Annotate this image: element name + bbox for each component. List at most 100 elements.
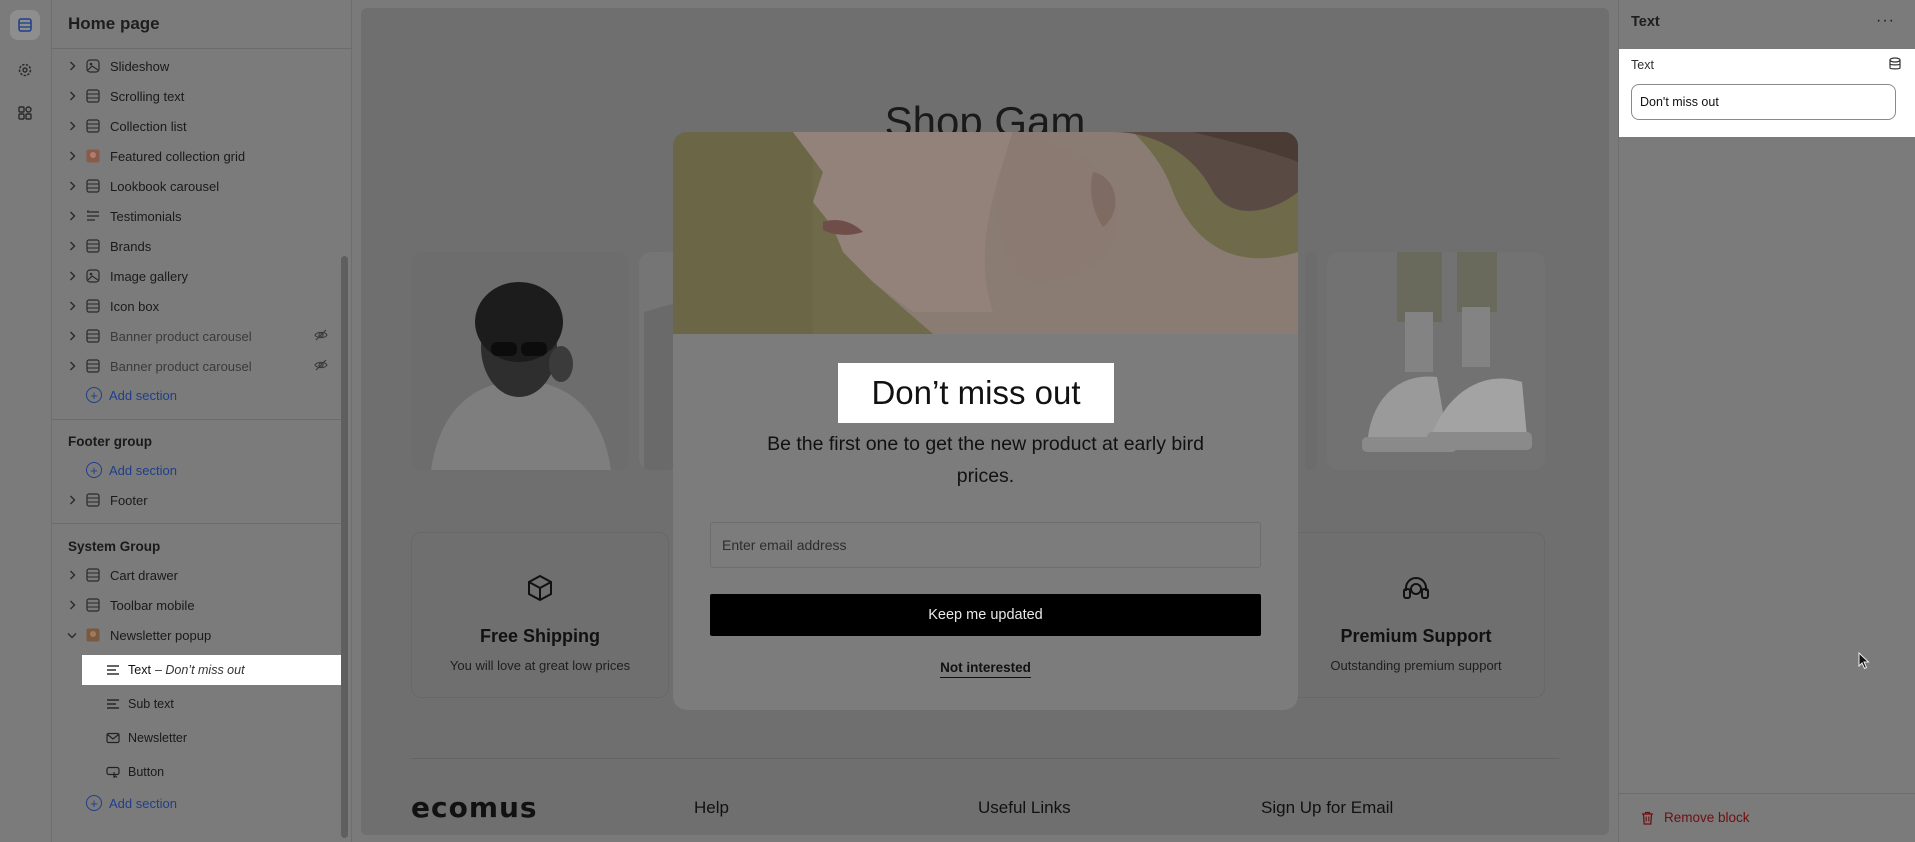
block-label: Sub text — [128, 697, 174, 711]
section-row[interactable]: Featured collection grid — [52, 141, 342, 171]
mail-icon — [104, 732, 122, 744]
footer-divider — [411, 758, 1559, 759]
text-setting-card: Text Don't miss out — [1619, 49, 1915, 137]
testimonials-icon — [84, 207, 102, 225]
section-row[interactable]: Lookbook carousel — [52, 171, 342, 201]
block-label: Newsletter — [128, 731, 188, 745]
add-section-label: Add section — [109, 795, 177, 811]
section-label: Lookbook carousel — [110, 178, 220, 194]
chevron-right-icon[interactable] — [66, 271, 78, 281]
chevron-right-icon[interactable] — [66, 495, 78, 505]
section-row[interactable]: Toolbar mobile — [52, 590, 342, 620]
sections-icon[interactable] — [10, 10, 40, 40]
chevron-down-icon[interactable] — [66, 632, 78, 639]
section-row[interactable]: Banner product carousel — [52, 321, 342, 351]
sidebar-scrollbar[interactable] — [341, 256, 348, 838]
section-row[interactable]: Collection list — [52, 111, 342, 141]
section-label: Banner product carousel — [110, 328, 252, 344]
divider — [1619, 793, 1915, 794]
chevron-right-icon[interactable] — [66, 600, 78, 610]
chevron-right-icon[interactable] — [66, 61, 78, 71]
email-input[interactable]: Enter email address — [710, 522, 1261, 568]
block-row-text[interactable]: Text – Don’t miss out — [82, 655, 344, 685]
section-label: Newsletter popup — [110, 627, 212, 643]
text-input[interactable]: Don't miss out — [1631, 84, 1896, 120]
product-image — [411, 252, 629, 470]
text-lines-icon — [104, 698, 122, 710]
block-row-newsletter[interactable]: Newsletter — [82, 723, 344, 753]
feature-card: Premium Support Outstanding premium supp… — [1287, 532, 1545, 698]
section-label: Banner product carousel — [110, 358, 252, 374]
chevron-right-icon[interactable] — [66, 181, 78, 191]
popup-heading-highlight[interactable]: Don’t miss out — [838, 363, 1114, 423]
keep-me-updated-button[interactable]: Keep me updated — [710, 594, 1261, 636]
section-row[interactable]: Image gallery — [52, 261, 342, 291]
block-label-suffix: – Don’t miss out — [154, 663, 245, 677]
newsletter-popup: Don’t miss out Be the first one to get t… — [673, 132, 1298, 710]
more-options-icon[interactable]: ··· — [1876, 12, 1895, 30]
section-icon — [84, 566, 102, 584]
chevron-right-icon[interactable] — [66, 91, 78, 101]
section-label: Slideshow — [110, 58, 170, 74]
footer-heading: Help — [694, 798, 729, 817]
section-label: Footer — [110, 492, 148, 508]
block-row-sub-text[interactable]: Sub text — [82, 689, 344, 719]
section-row[interactable]: Icon box — [52, 291, 342, 321]
image-thumb-icon — [84, 147, 102, 165]
settings-gear-icon[interactable] — [10, 55, 40, 85]
section-row[interactable]: Scrolling text — [52, 81, 342, 111]
popup-heading: Don’t miss out — [871, 374, 1081, 411]
section-label: Testimonials — [110, 208, 182, 224]
chevron-right-icon[interactable] — [66, 211, 78, 221]
section-icon — [84, 117, 102, 135]
chevron-right-icon[interactable] — [66, 151, 78, 161]
add-section-button[interactable]: + Add section — [86, 383, 177, 407]
section-icon — [84, 237, 102, 255]
remove-block-label: Remove block — [1664, 810, 1750, 825]
section-icon — [84, 357, 102, 375]
chevron-right-icon[interactable] — [66, 570, 78, 580]
popup-hero-image — [673, 132, 1298, 334]
section-label: Featured collection grid — [110, 148, 246, 164]
remove-block-button[interactable]: Remove block — [1641, 810, 1750, 825]
block-label: Button — [128, 765, 165, 779]
section-icon — [84, 491, 102, 509]
trash-icon — [1641, 811, 1654, 825]
button-icon — [104, 766, 122, 778]
chevron-right-icon[interactable] — [66, 331, 78, 341]
not-interested-link[interactable]: Not interested — [940, 660, 1031, 678]
section-row[interactable]: Testimonials — [52, 201, 342, 231]
section-label: Image gallery — [110, 268, 189, 284]
system-add-section-button[interactable]: + Add section — [86, 791, 177, 815]
eye-off-icon[interactable] — [314, 329, 328, 344]
feature-title: Premium Support — [1340, 626, 1492, 646]
plus-circle-icon: + — [86, 462, 102, 478]
product-image — [1305, 252, 1317, 470]
section-row[interactable]: Cart drawer — [52, 560, 342, 590]
chevron-right-icon[interactable] — [66, 301, 78, 311]
section-row-footer[interactable]: Footer — [52, 485, 342, 515]
feature-card: Free Shipping You will love at great low… — [411, 532, 669, 698]
sidebar-header: Home page — [52, 0, 352, 49]
eye-off-icon[interactable] — [314, 359, 328, 374]
apps-icon[interactable] — [10, 98, 40, 128]
section-icon — [84, 327, 102, 345]
footer-add-section-button[interactable]: + Add section — [86, 458, 177, 482]
chevron-right-icon[interactable] — [66, 241, 78, 251]
block-row-button[interactable]: Button — [82, 757, 344, 787]
block-label: Text — [128, 663, 151, 677]
divider — [52, 419, 342, 420]
dynamic-source-icon[interactable] — [1888, 57, 1902, 76]
panel-title: Text — [1631, 14, 1660, 30]
section-row[interactable]: Brands — [52, 231, 342, 261]
section-row[interactable]: Newsletter popup — [52, 620, 342, 650]
plus-circle-icon: + — [86, 795, 102, 811]
section-row[interactable]: Slideshow — [52, 51, 342, 81]
left-rail — [0, 0, 52, 842]
system-group-title: System Group — [68, 539, 161, 554]
chevron-right-icon[interactable] — [66, 361, 78, 371]
add-section-label: Add section — [109, 387, 177, 403]
box-icon — [525, 573, 555, 608]
section-row[interactable]: Banner product carousel — [52, 351, 342, 381]
chevron-right-icon[interactable] — [66, 121, 78, 131]
